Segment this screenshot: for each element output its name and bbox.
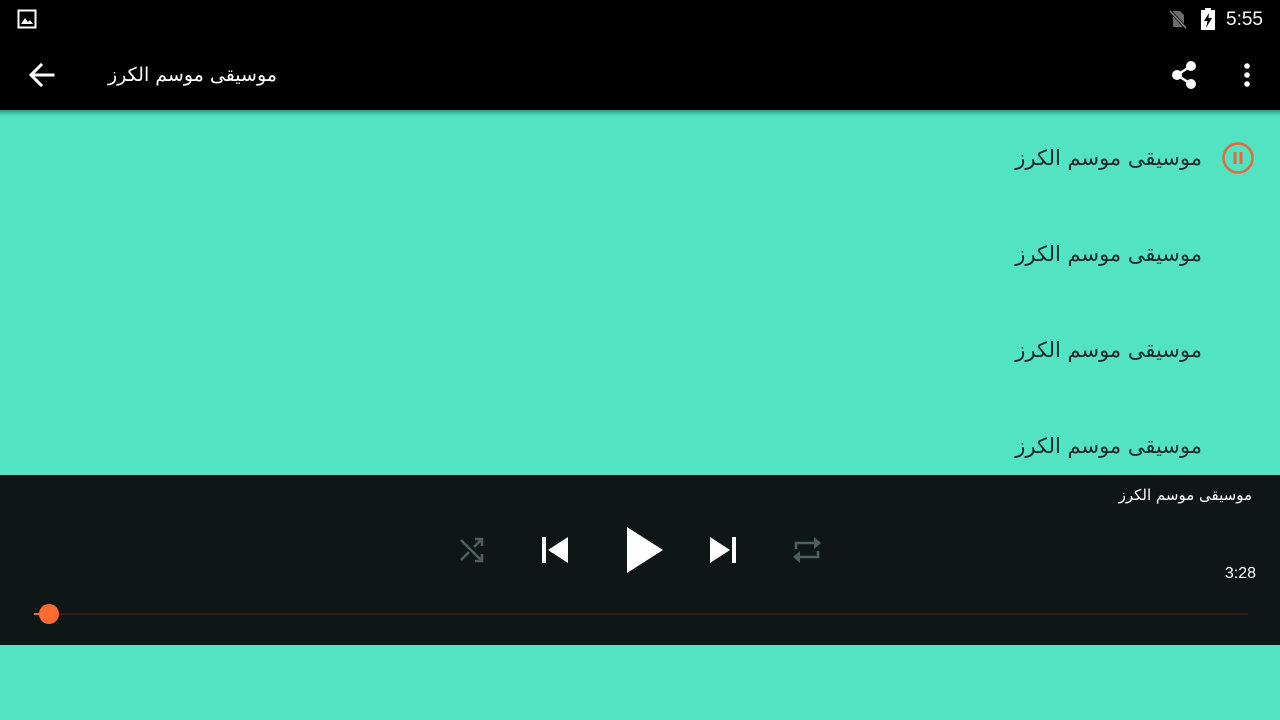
status-bar: 5:55 xyxy=(0,0,1280,40)
player-panel: موسيقى موسم الكرز 3:28 xyxy=(0,475,1280,645)
track-title: موسيقى موسم الكرز xyxy=(1015,434,1202,458)
page-title: موسيقى موسم الكرز xyxy=(108,64,277,86)
app-bar-shadow xyxy=(0,110,1280,116)
track-list: موسيقى موسم الكرز موسيقى موسم الكرز موسي… xyxy=(0,110,1280,475)
track-title: موسيقى موسم الكرز xyxy=(1015,146,1202,170)
track-row[interactable]: موسيقى موسم الكرز xyxy=(0,110,1280,206)
status-time: 5:55 xyxy=(1226,9,1263,30)
no-sim-icon xyxy=(1168,9,1188,29)
track-row[interactable]: موسيقى موسم الكرز xyxy=(0,302,1280,398)
pause-circle-icon[interactable] xyxy=(1221,141,1255,175)
seek-bar[interactable] xyxy=(34,604,1248,624)
play-icon[interactable] xyxy=(618,523,668,577)
track-duration: 3:28 xyxy=(1224,565,1256,582)
track-row[interactable]: موسيقى موسم الكرز xyxy=(0,398,1280,475)
shuffle-icon[interactable] xyxy=(456,534,488,566)
skip-next-icon[interactable] xyxy=(704,531,742,569)
gallery-icon xyxy=(17,9,37,29)
track-title: موسيقى موسم الكرز xyxy=(1015,338,1202,362)
app-bar: موسيقى موسم الكرز xyxy=(0,40,1280,110)
track-title: موسيقى موسم الكرز xyxy=(1015,242,1202,266)
seek-thumb[interactable] xyxy=(38,604,59,624)
battery-charging-icon xyxy=(1201,8,1215,30)
more-vert-icon[interactable] xyxy=(1232,57,1262,93)
repeat-icon[interactable] xyxy=(790,534,824,566)
track-row[interactable]: موسيقى موسم الكرز xyxy=(0,206,1280,302)
back-arrow-icon[interactable] xyxy=(24,57,60,93)
now-playing-title: موسيقى موسم الكرز xyxy=(1118,486,1252,504)
skip-previous-icon[interactable] xyxy=(536,531,574,569)
share-icon[interactable] xyxy=(1166,57,1202,93)
